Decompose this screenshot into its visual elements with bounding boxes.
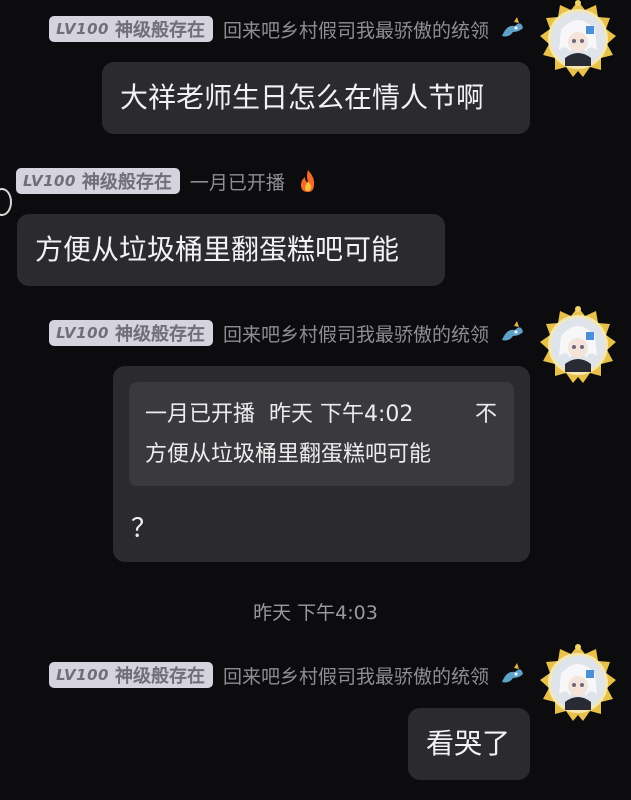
- dragon-icon: [502, 663, 523, 683]
- message-text: 看哭了: [426, 727, 511, 760]
- badge-title: 神级般存在: [81, 172, 172, 193]
- sender-meta: LV100 神级般存在 回来吧乡村假司我最骄傲的统领: [49, 14, 525, 44]
- message-text: ？: [131, 514, 158, 544]
- level-badge[interactable]: LV100 神级般存在: [16, 168, 180, 194]
- level-badge[interactable]: LV100 神级般存在: [49, 320, 213, 346]
- dragon-icon: [502, 17, 523, 37]
- sender-meta: LV100 神级般存在 一月已开播: [16, 166, 321, 196]
- message-bubble[interactable]: 方便从垃圾桶里翻蛋糕吧可能: [17, 214, 445, 286]
- avatar[interactable]: [539, 0, 617, 78]
- badge-title: 神级般存在: [114, 666, 205, 687]
- message-text: 大祥老师生日怎么在情人节啊: [120, 81, 485, 114]
- message-bubble[interactable]: 看哭了: [408, 708, 530, 780]
- sender-meta: LV100 神级般存在 回来吧乡村假司我最骄傲的统领: [49, 318, 525, 348]
- message-bubble[interactable]: 一月已开播 昨天 下午4:02 不 方便从垃圾桶里翻蛋糕吧可能 ？: [113, 366, 530, 562]
- quote-header: 一月已开播 昨天 下午4:02: [145, 404, 413, 426]
- quote-time: 昨天 下午4:02: [269, 402, 414, 427]
- badge-title: 神级般存在: [114, 20, 205, 41]
- sender-title: 回来吧乡村假司我最骄傲的统领: [222, 19, 489, 42]
- sender-meta: LV100 神级般存在 回来吧乡村假司我最骄傲的统领: [49, 660, 525, 690]
- badge-title: 神级般存在: [114, 324, 205, 345]
- sender-title: 回来吧乡村假司我最骄傲的统领: [222, 665, 489, 688]
- message-bubble[interactable]: 大祥老师生日怎么在情人节啊: [102, 62, 530, 134]
- quote-author: 一月已开播: [145, 402, 256, 427]
- avatar[interactable]: [539, 306, 617, 384]
- level-badge[interactable]: LV100 神级般存在: [49, 662, 213, 688]
- fire-icon: [300, 170, 315, 192]
- timestamp: 昨天 下午4:03: [253, 602, 378, 624]
- sender-title: 回来吧乡村假司我最骄傲的统领: [222, 323, 489, 346]
- level-label: LV100: [23, 172, 76, 190]
- level-label: LV100: [56, 324, 109, 342]
- quote-text: 方便从垃圾桶里翻蛋糕吧可能: [145, 442, 432, 467]
- sender-title: 一月已开播: [189, 171, 285, 194]
- quoted-reply[interactable]: 一月已开播 昨天 下午4:02 不 方便从垃圾桶里翻蛋糕吧可能: [129, 382, 514, 486]
- edge-indicator: [0, 188, 12, 216]
- level-badge[interactable]: LV100 神级般存在: [49, 16, 213, 42]
- dragon-icon: [502, 321, 523, 341]
- level-label: LV100: [56, 666, 109, 684]
- avatar[interactable]: [539, 644, 617, 722]
- level-label: LV100: [56, 20, 109, 38]
- quote-trail: 不: [475, 402, 498, 427]
- message-text: 方便从垃圾桶里翻蛋糕吧可能: [35, 233, 400, 266]
